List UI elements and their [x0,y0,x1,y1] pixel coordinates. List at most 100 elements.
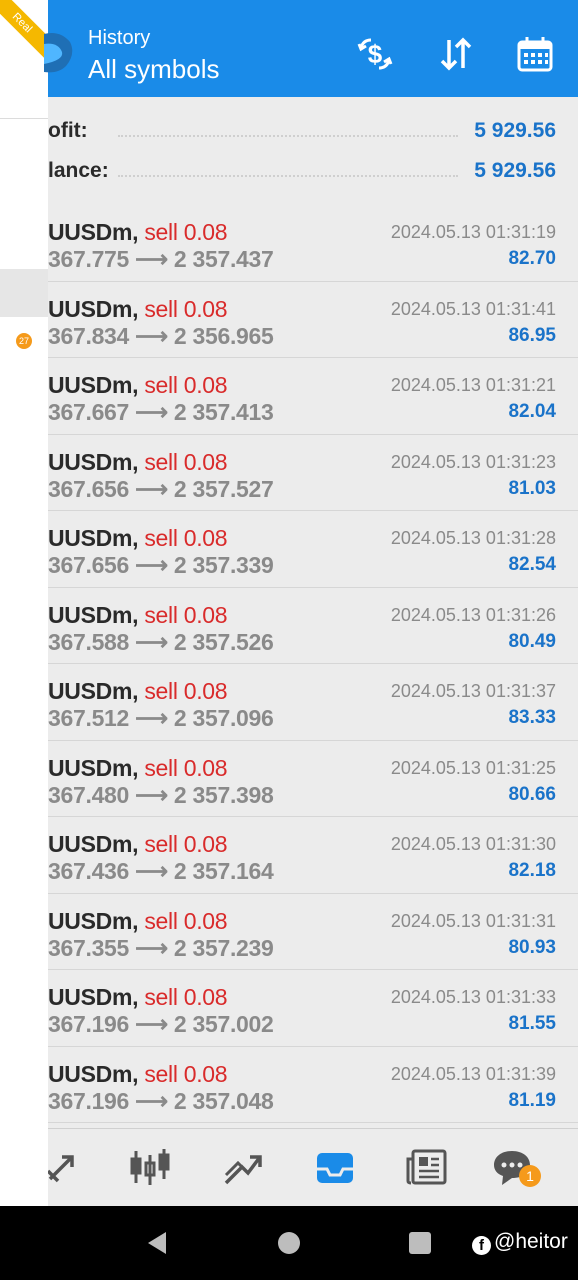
trade-symbol: UUSDm, sell 0.08 [48,525,228,552]
trade-row[interactable]: UUSDm, sell 0.08 367.196 ⟶ 2 357.002 202… [0,970,578,1047]
trade-row[interactable]: UUSDm, sell 0.08 367.436 ⟶ 2 357.164 202… [0,817,578,894]
trade-time: 2024.05.13 01:31:39 [390,1063,556,1084]
trade-prices: 367.436 ⟶ 2 357.164 [48,858,274,884]
sort-icon[interactable] [436,34,476,74]
trade-profit: 82.54 [508,554,556,575]
trade-side: sell 0.08 [144,754,228,781]
dotted-leader [118,175,458,177]
back-icon[interactable] [142,1228,172,1258]
trade-symbol: UUSDm, sell 0.08 [48,831,228,858]
trade-profit: 82.70 [508,248,556,269]
balance-value: 5 929.56 [474,159,556,182]
trade-time: 2024.05.13 01:31:19 [390,222,556,242]
trade-time: 2024.05.13 01:31:31 [390,910,556,931]
trade-side: sell 0.08 [144,295,228,322]
trade-side: sell 0.08 [144,525,228,551]
symbol-name: UUSDm, [48,372,139,398]
chat-badge: 1 [519,1165,541,1187]
watermark: f @heitor [472,1230,568,1255]
trade-symbol: UUSDm, sell 0.08 [48,678,228,705]
trade-profit: 83.33 [508,707,556,728]
trade-row[interactable]: UUSDm, sell 0.08 367.656 ⟶ 2 357.339 202… [0,511,578,588]
trade-side: sell 0.08 [144,678,228,704]
trade-profit: 80.49 [508,630,556,652]
trade-prices: 367.834 ⟶ 2 356.965 [48,322,274,349]
chart-candles-icon[interactable] [128,1145,172,1189]
symbol-name: UUSDm, [48,678,139,704]
symbol-name: UUSDm, [48,601,139,628]
home-icon[interactable] [274,1228,304,1258]
trade-side: sell 0.08 [144,372,228,398]
trade-profit: 80.66 [508,783,556,805]
trade-row[interactable]: UUSDm, sell 0.08 367.355 ⟶ 2 357.239 202… [0,894,578,970]
trade-side: sell 0.08 [144,907,228,934]
currency-exchange-icon[interactable]: $ [355,34,395,74]
watermark-handle: @heitor [494,1230,568,1253]
trade-time: 2024.05.13 01:31:33 [390,987,556,1007]
symbol-name: UUSDm, [48,1060,139,1087]
app-header: History All symbols $ [0,0,578,97]
profit-value: 5 929.56 [474,119,556,142]
trade-profit: 82.18 [508,860,556,881]
profit-row: ofit: 5 929.56 [48,119,558,149]
trade-side: sell 0.08 [144,984,228,1010]
trade-time: 2024.05.13 01:31:21 [390,375,556,395]
symbol-name: UUSDm, [48,219,139,245]
svg-text:$: $ [368,39,383,69]
calendar-icon[interactable] [515,34,555,74]
trade-prices: 367.355 ⟶ 2 357.239 [48,934,274,961]
trade-list: UUSDm, sell 0.08 367.775 ⟶ 2 357.437 202… [0,205,578,1123]
trade-prices: 367.656 ⟶ 2 357.527 [48,475,274,502]
trade-row[interactable]: UUSDm, sell 0.08 367.588 ⟶ 2 357.526 202… [0,588,578,664]
drawer-divider [0,118,48,119]
trade-time: 2024.05.13 01:31:30 [390,834,556,854]
trade-symbol: UUSDm, sell 0.08 [48,907,228,935]
trade-profit: 80.93 [508,936,556,958]
facebook-icon: f [472,1236,491,1255]
trade-icon[interactable] [220,1145,264,1189]
trade-row[interactable]: UUSDm, sell 0.08 367.656 ⟶ 2 357.527 202… [0,435,578,511]
header-title[interactable]: All symbols [88,54,219,85]
trade-profit: 86.95 [508,324,556,346]
symbol-name: UUSDm, [48,525,139,551]
balance-label: lance: [48,159,109,182]
symbol-name: UUSDm, [48,907,139,934]
trade-symbol: UUSDm, sell 0.08 [48,984,228,1011]
trade-prices: 367.196 ⟶ 2 357.002 [48,1011,274,1037]
trade-prices: 367.667 ⟶ 2 357.413 [48,399,274,425]
trade-prices: 367.480 ⟶ 2 357.398 [48,781,274,808]
trade-prices: 367.588 ⟶ 2 357.526 [48,628,274,655]
trade-time: 2024.05.13 01:31:41 [390,298,556,319]
history-inbox-icon[interactable] [313,1145,357,1189]
trade-side: sell 0.08 [144,219,228,245]
trade-row[interactable]: UUSDm, sell 0.08 367.196 ⟶ 2 357.048 202… [0,1047,578,1123]
trade-profit: 82.04 [508,401,556,422]
trade-row[interactable]: UUSDm, sell 0.08 367.775 ⟶ 2 357.437 202… [0,205,578,282]
trade-side: sell 0.08 [144,448,228,475]
trade-time: 2024.05.13 01:31:26 [390,604,556,625]
trade-prices: 367.196 ⟶ 2 357.048 [48,1087,274,1114]
trade-row[interactable]: UUSDm, sell 0.08 367.834 ⟶ 2 356.965 202… [0,282,578,358]
trade-symbol: UUSDm, sell 0.08 [48,601,228,629]
news-icon[interactable] [405,1145,449,1189]
trade-symbol: UUSDm, sell 0.08 [48,295,228,323]
side-drawer-edge[interactable]: Real 27 [0,0,60,1206]
drawer-item-highlight[interactable] [0,269,48,317]
trade-row[interactable]: UUSDm, sell 0.08 367.667 ⟶ 2 357.413 202… [0,358,578,435]
trade-time: 2024.05.13 01:31:28 [390,528,556,548]
trade-symbol: UUSDm, sell 0.08 [48,754,228,782]
recents-icon[interactable] [405,1228,435,1258]
drawer-badge: 27 [16,333,32,349]
dotted-leader [118,135,458,137]
trade-side: sell 0.08 [144,831,228,857]
trade-row[interactable]: UUSDm, sell 0.08 367.480 ⟶ 2 357.398 202… [0,741,578,817]
symbol-name: UUSDm, [48,984,139,1010]
trade-symbol: UUSDm, sell 0.08 [48,219,228,246]
trade-profit: 81.19 [508,1089,556,1111]
header-subtitle: History [88,27,151,49]
trade-prices: 367.656 ⟶ 2 357.339 [48,552,274,578]
trade-row[interactable]: UUSDm, sell 0.08 367.512 ⟶ 2 357.096 202… [0,664,578,741]
trade-symbol: UUSDm, sell 0.08 [48,1060,228,1088]
trade-profit: 81.55 [508,1013,556,1034]
trade-prices: 367.775 ⟶ 2 357.437 [48,246,274,272]
